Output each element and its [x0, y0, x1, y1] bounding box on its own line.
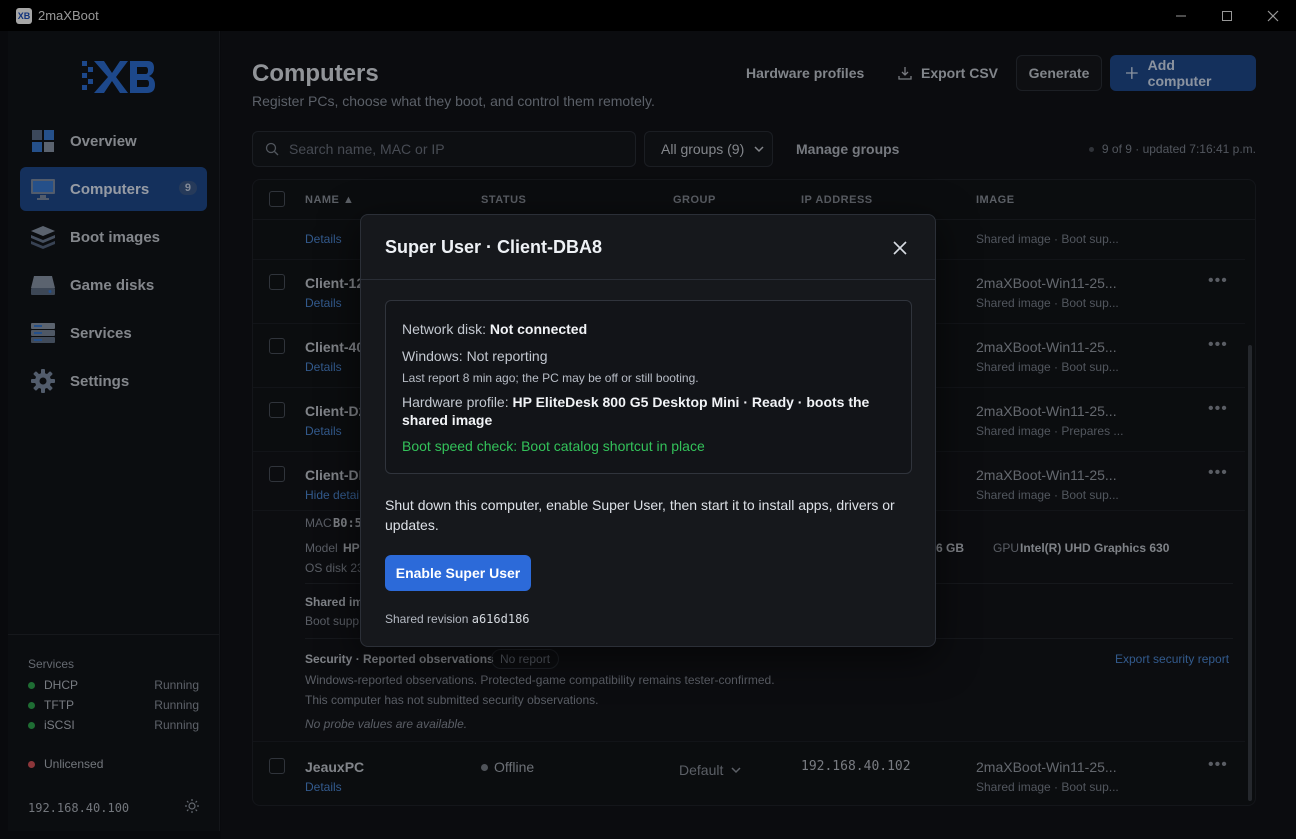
revision-label: Shared revision — [385, 612, 469, 626]
enable-super-user-button[interactable]: Enable Super User — [385, 555, 531, 591]
button-label: Enable Super User — [395, 565, 521, 581]
windows-status: Windows: Not reporting — [402, 348, 548, 364]
boot-speed-check: Boot speed check: Boot catalog shortcut … — [402, 438, 705, 454]
close-icon — [893, 241, 907, 255]
revision-value: a616d186 — [471, 612, 530, 626]
last-report-note: Last report 8 min ago; the PC may be off… — [402, 371, 699, 385]
network-disk-line: Network disk: Not connected — [402, 320, 895, 338]
hardware-profile-label: Hardware profile: — [402, 394, 509, 410]
dialog-close-button[interactable] — [891, 239, 909, 257]
hardware-profile-line: Hardware profile: HP EliteDesk 800 G5 De… — [402, 393, 895, 429]
shared-revision: Shared revision a616d186 — [385, 612, 530, 626]
network-disk-value: Not connected — [489, 321, 588, 337]
network-disk-label: Network disk: — [402, 321, 487, 337]
status-info-box: Network disk: Not connected Windows: Not… — [385, 300, 912, 474]
super-user-dialog: Super User · Client-DBA8 Network disk: N… — [360, 214, 936, 647]
dialog-description: Shut down this computer, enable Super Us… — [385, 497, 895, 533]
dialog-title: Super User · Client-DBA8 — [385, 237, 603, 257]
